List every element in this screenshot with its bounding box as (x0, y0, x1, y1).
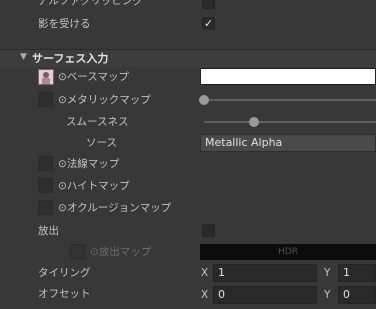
smoothness-slider-track[interactable] (204, 121, 376, 123)
offset-label: オフセット (38, 288, 91, 300)
target-icon[interactable]: ⊙ (58, 71, 67, 83)
metallic-map-label-row: ⊙メタリックマップ (58, 93, 151, 107)
offset-x-input[interactable]: 0 (213, 286, 317, 304)
normal-map-label: 法線マップ (66, 158, 120, 170)
emission-checkbox[interactable] (202, 224, 215, 237)
source-dropdown-value: Metallic Alpha (205, 136, 283, 149)
offset-y-label[interactable]: Y (324, 288, 330, 302)
source-label: ソース (86, 137, 117, 149)
metallic-slider-track[interactable] (204, 99, 376, 101)
receive-shadows-checkbox[interactable]: ✓ (202, 17, 215, 30)
height-map-label: ハイトマップ (66, 180, 130, 192)
normal-map-texture-slot[interactable] (38, 156, 53, 171)
receive-shadows-label: 影を受ける (38, 18, 91, 30)
tiling-y-input[interactable]: 1 (338, 264, 376, 282)
emission-map-texture-slot[interactable] (70, 244, 85, 259)
checkmark-icon: ✓ (203, 17, 214, 30)
tiling-x-label[interactable]: X (201, 266, 208, 280)
smoothness-label: スムースネス (66, 116, 129, 128)
target-icon[interactable]: ⊙ (58, 180, 67, 192)
target-icon[interactable]: ⊙ (58, 158, 67, 170)
target-icon[interactable]: ⊙ (58, 202, 67, 214)
base-map-color-swatch[interactable] (200, 68, 376, 85)
height-map-texture-slot[interactable] (38, 178, 53, 193)
offset-y-value: 0 (343, 288, 350, 301)
occlusion-map-texture-slot[interactable] (38, 200, 53, 215)
target-icon[interactable]: ⊙ (90, 246, 99, 258)
source-dropdown[interactable]: Metallic Alpha (200, 134, 376, 152)
target-icon[interactable]: ⊙ (58, 94, 67, 106)
emission-map-label: 放出マップ (98, 246, 152, 258)
offset-x-label[interactable]: X (201, 288, 208, 302)
occlusion-map-label: オクルージョンマップ (66, 202, 172, 214)
surface-inputs-header[interactable]: ▼ サーフェス入力 (0, 49, 376, 67)
section-title: サーフェス入力 (32, 52, 109, 65)
emission-label: 放出 (38, 225, 59, 237)
height-map-label-row: ⊙ハイトマップ (58, 179, 130, 193)
smoothness-slider-knob[interactable] (248, 117, 259, 127)
base-map-texture-slot[interactable] (38, 69, 54, 85)
occlusion-map-label-row: ⊙オクルージョンマップ (58, 201, 171, 215)
metallic-map-texture-slot[interactable] (38, 92, 53, 107)
emission-map-label-row: ⊙放出マップ (90, 245, 151, 259)
alpha-clipping-checkbox[interactable] (202, 0, 215, 9)
alpha-clipping-label: アルファクリッピング (38, 0, 143, 7)
foldout-arrow-icon[interactable]: ▼ (20, 52, 27, 62)
offset-y-input[interactable]: 0 (338, 286, 376, 304)
texture-thumbnail-icon (39, 70, 53, 84)
tiling-label: タイリング (38, 267, 91, 279)
metallic-slider-knob[interactable] (199, 95, 209, 105)
offset-x-value: 0 (218, 288, 225, 301)
base-map-label-row: ⊙ベースマップ (58, 70, 129, 84)
hdr-label: HDR (278, 247, 298, 257)
tiling-x-value: 1 (218, 266, 225, 279)
base-map-label: ベースマップ (66, 71, 129, 83)
tiling-y-label[interactable]: Y (324, 266, 330, 280)
tiling-y-value: 1 (343, 266, 350, 279)
normal-map-label-row: ⊙法線マップ (58, 157, 119, 171)
tiling-x-input[interactable]: 1 (213, 264, 317, 282)
emission-hdr-color-field[interactable]: HDR (200, 244, 376, 260)
metallic-map-label: メタリックマップ (66, 94, 151, 106)
